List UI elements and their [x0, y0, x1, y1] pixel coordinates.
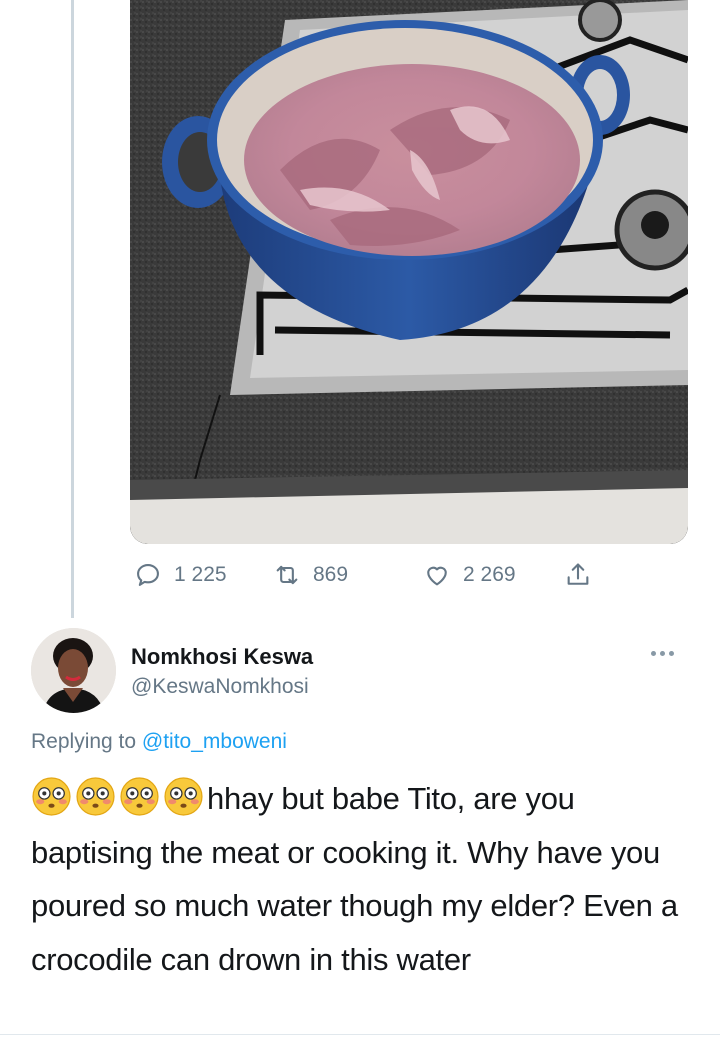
flushed-face-icon	[163, 776, 204, 817]
reply-icon	[137, 564, 159, 586]
more-options-button[interactable]	[651, 651, 674, 656]
tweet-body: hhay but babe Tito, are you baptising th…	[31, 772, 691, 986]
share-button[interactable]	[564, 558, 592, 592]
replying-to: Replying to @tito_mboweni	[31, 730, 287, 754]
more-dot-icon	[651, 651, 656, 656]
flushed-face-icon	[119, 776, 160, 817]
like-count: 2 269	[463, 563, 516, 586]
like-button[interactable]: 2 269	[423, 558, 516, 592]
divider	[0, 1034, 720, 1035]
tweet-action-bar: 1 225 869 2 269	[130, 558, 610, 592]
retweet-icon	[276, 565, 298, 585]
avatar[interactable]	[31, 628, 116, 713]
author-name[interactable]: Nomkhosi Keswa	[131, 644, 313, 670]
author-handle[interactable]: @KeswaNomkhosi	[131, 675, 309, 699]
tweet-photo[interactable]	[130, 0, 688, 544]
flushed-face-icon	[31, 776, 72, 817]
mention-link[interactable]: @tito_mboweni	[142, 730, 287, 753]
cooking-pot-photo	[130, 0, 688, 544]
share-icon	[567, 563, 589, 585]
reply-button[interactable]: 1 225	[134, 558, 227, 592]
profile-photo	[31, 628, 116, 713]
heart-icon	[427, 566, 447, 586]
more-dot-icon	[669, 651, 674, 656]
flushed-face-icon	[75, 776, 116, 817]
reply-count: 1 225	[174, 563, 227, 586]
more-dot-icon	[660, 651, 665, 656]
retweet-count: 869	[313, 563, 349, 586]
replying-label: Replying to	[31, 730, 137, 753]
retweet-button[interactable]: 869	[273, 558, 348, 592]
thread-line	[71, 0, 74, 618]
